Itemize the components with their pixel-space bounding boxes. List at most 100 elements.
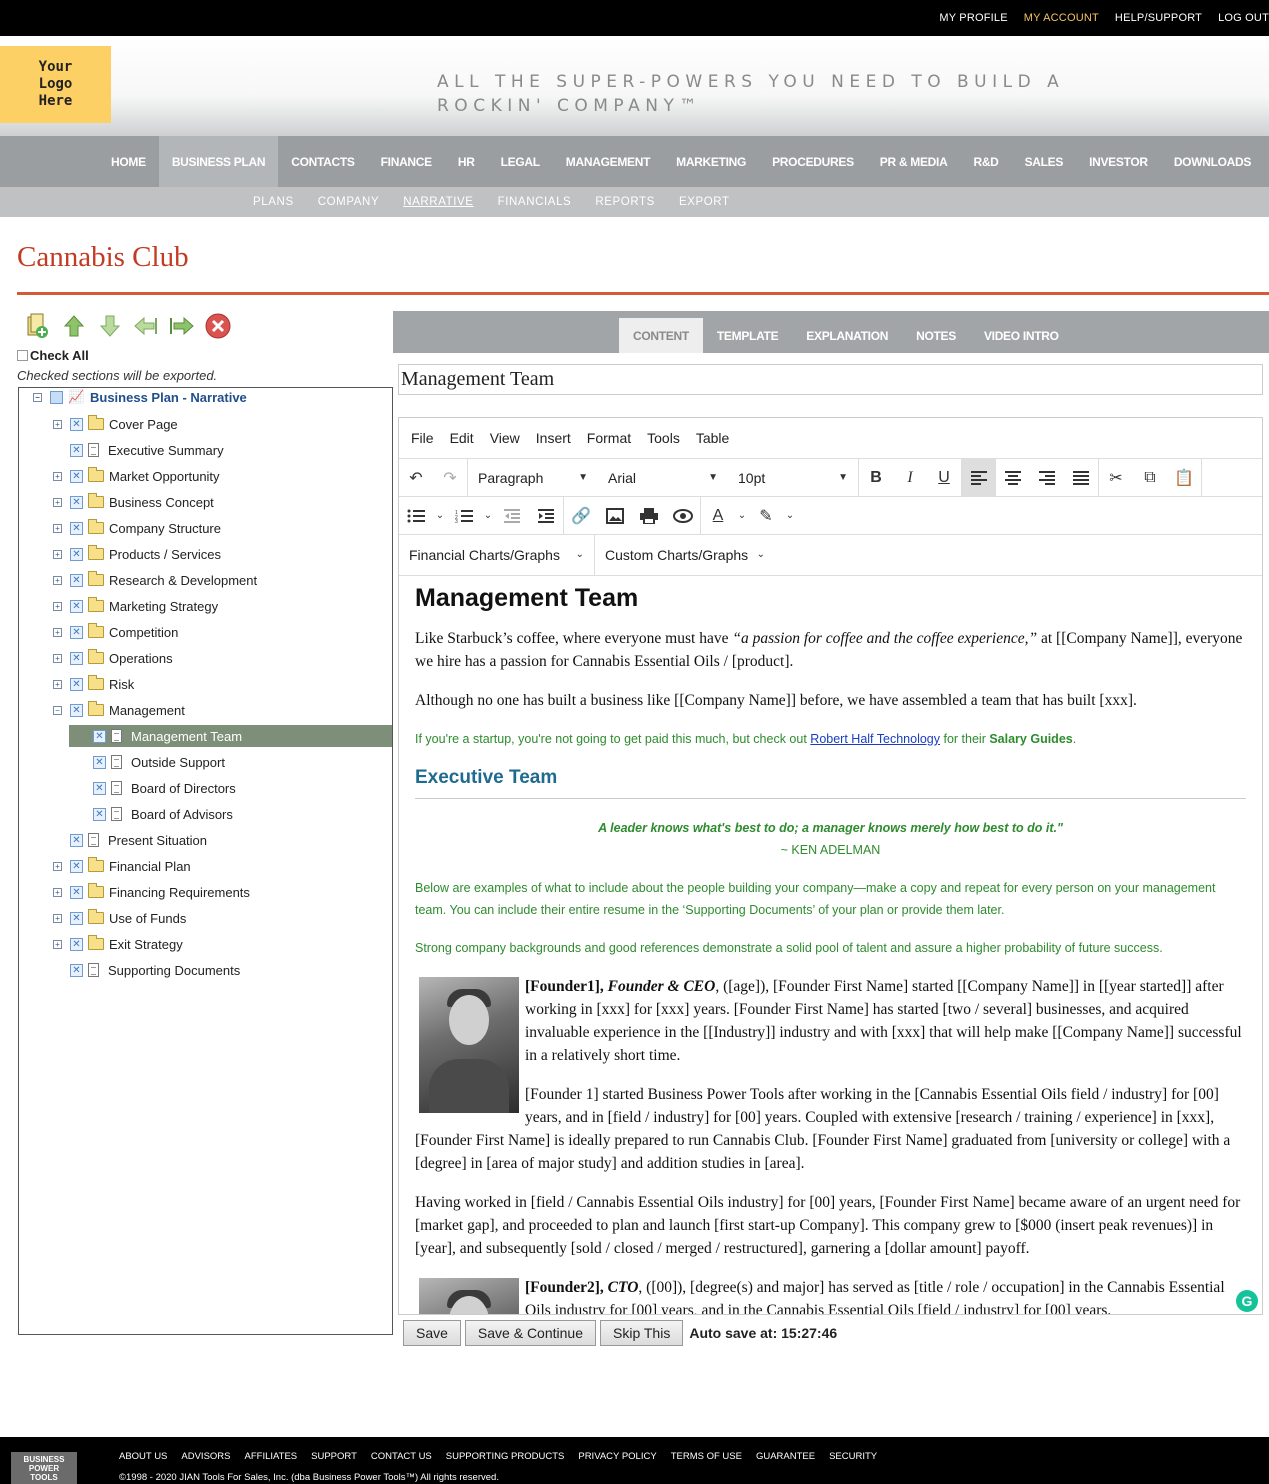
expand-icon[interactable]: + bbox=[53, 601, 62, 611]
font-family-select[interactable]: Arial ▼ bbox=[598, 459, 728, 497]
footer-link-contact[interactable]: CONTACT US bbox=[371, 1451, 432, 1462]
tree-checkbox[interactable]: ✕ bbox=[70, 911, 83, 925]
subnav-company[interactable]: COMPANY bbox=[306, 196, 392, 208]
image-icon[interactable] bbox=[598, 497, 632, 535]
copy-icon[interactable]: ⧉ bbox=[1133, 459, 1167, 497]
footer-link-advisors[interactable]: ADVISORS bbox=[181, 1451, 230, 1462]
founder-photo[interactable] bbox=[419, 977, 519, 1113]
footer-link-privacy[interactable]: PRIVACY POLICY bbox=[578, 1451, 656, 1462]
tree-checkbox[interactable]: ✕ bbox=[70, 469, 83, 483]
footer-logo[interactable]: BUSINESS POWER TOOLS bbox=[11, 1452, 77, 1484]
tree-checkbox[interactable]: ✕ bbox=[70, 625, 83, 639]
expand-icon[interactable]: + bbox=[53, 523, 62, 533]
nav-procedures[interactable]: PROCEDURES bbox=[759, 136, 867, 187]
print-icon[interactable] bbox=[632, 497, 666, 535]
save-continue-button[interactable]: Save & Continue bbox=[464, 1320, 596, 1346]
founder-photo[interactable] bbox=[419, 1278, 519, 1314]
tree-checkbox[interactable]: ✕ bbox=[70, 885, 83, 899]
menu-table[interactable]: Table bbox=[696, 430, 729, 446]
menu-view[interactable]: View bbox=[490, 430, 520, 446]
increase-indent-icon[interactable] bbox=[529, 497, 563, 535]
tree-item-market-opportunity[interactable]: + ✕ Market Opportunity bbox=[53, 465, 220, 487]
nav-management[interactable]: MANAGEMENT bbox=[553, 136, 663, 187]
expand-icon[interactable]: + bbox=[53, 419, 62, 429]
italic-icon[interactable]: I bbox=[893, 459, 927, 497]
indent-icon[interactable] bbox=[168, 312, 196, 340]
numbered-list-icon[interactable]: 123 bbox=[447, 497, 481, 535]
menu-tools[interactable]: Tools bbox=[647, 430, 680, 446]
footer-link-about[interactable]: ABOUT US bbox=[119, 1451, 167, 1462]
tree-item-risk[interactable]: + ✕ Risk bbox=[53, 673, 134, 695]
custom-charts-menu[interactable]: Custom Charts/Graphs ⌄ bbox=[595, 536, 775, 574]
my-profile-link[interactable]: MY PROFILE bbox=[939, 12, 1007, 24]
expand-icon[interactable]: + bbox=[53, 939, 62, 949]
tree-checkbox[interactable]: ✕ bbox=[70, 651, 83, 665]
tree-item-cover-page[interactable]: + ✕ Cover Page bbox=[53, 413, 178, 435]
grammarly-icon[interactable]: G bbox=[1236, 1290, 1258, 1312]
expand-icon[interactable]: + bbox=[53, 627, 62, 637]
font-size-select[interactable]: 10pt ▼ bbox=[728, 459, 858, 497]
block-format-select[interactable]: Paragraph ▼ bbox=[468, 459, 598, 497]
tree-checkbox[interactable]: ✕ bbox=[70, 703, 83, 717]
move-up-icon[interactable] bbox=[60, 312, 88, 340]
company-logo[interactable]: Your Logo Here bbox=[0, 46, 111, 123]
tab-template[interactable]: TEMPLATE bbox=[703, 318, 792, 353]
outdent-icon[interactable] bbox=[132, 312, 160, 340]
tab-explanation[interactable]: EXPLANATION bbox=[792, 318, 902, 353]
tree-checkbox[interactable]: ✕ bbox=[70, 547, 83, 561]
tree-checkbox[interactable]: ✕ bbox=[70, 859, 83, 873]
nav-marketing[interactable]: MARKETING bbox=[663, 136, 759, 187]
tree-item-company-structure[interactable]: + ✕ Company Structure bbox=[53, 517, 221, 539]
delete-icon[interactable] bbox=[204, 312, 232, 340]
expand-icon[interactable]: + bbox=[53, 861, 62, 871]
nav-rd[interactable]: R&D bbox=[960, 136, 1011, 187]
tree-checkbox[interactable]: ✕ bbox=[70, 937, 83, 951]
skip-button[interactable]: Skip This bbox=[600, 1320, 684, 1346]
paste-icon[interactable]: 📋 bbox=[1167, 459, 1201, 497]
tree-item-operations[interactable]: + ✕ Operations bbox=[53, 647, 173, 669]
preview-icon[interactable] bbox=[666, 497, 700, 535]
tab-video-intro[interactable]: VIDEO INTRO bbox=[970, 318, 1073, 353]
tree-item-present-situation[interactable]: ✕ Present Situation bbox=[53, 829, 207, 851]
nav-legal[interactable]: LEGAL bbox=[488, 136, 553, 187]
add-section-icon[interactable] bbox=[24, 312, 52, 340]
tab-notes[interactable]: NOTES bbox=[902, 318, 970, 353]
editor-content[interactable]: Management Team Like Starbuck’s coffee, … bbox=[399, 575, 1262, 1314]
tree-item-supporting-documents[interactable]: ✕ Supporting Documents bbox=[53, 959, 240, 981]
move-down-icon[interactable] bbox=[96, 312, 124, 340]
tree-item-management-team[interactable]: ✕ Management Team bbox=[69, 725, 392, 747]
check-all-checkbox[interactable] bbox=[17, 350, 28, 361]
tree-checkbox[interactable]: ✕ bbox=[70, 573, 83, 587]
nav-hr[interactable]: HR bbox=[445, 136, 488, 187]
tree-item-marketing-strategy[interactable]: + ✕ Marketing Strategy bbox=[53, 595, 218, 617]
expand-icon[interactable]: + bbox=[53, 679, 62, 689]
tree-checkbox[interactable]: ✕ bbox=[93, 755, 106, 769]
tree-item-research-development[interactable]: + ✕ Research & Development bbox=[53, 569, 257, 591]
tree-checkbox[interactable]: ✕ bbox=[70, 417, 83, 431]
chevron-down-icon[interactable]: ⌄ bbox=[433, 497, 447, 535]
justify-icon[interactable] bbox=[1064, 459, 1098, 497]
nav-sales[interactable]: SALES bbox=[1012, 136, 1077, 187]
help-support-link[interactable]: HELP/SUPPORT bbox=[1115, 12, 1202, 24]
expand-icon[interactable]: + bbox=[53, 497, 62, 507]
expand-icon[interactable]: + bbox=[53, 913, 62, 923]
check-all[interactable]: Check All bbox=[17, 348, 89, 363]
tree-item-financial-plan[interactable]: + ✕ Financial Plan bbox=[53, 855, 191, 877]
nav-home[interactable]: HOME bbox=[98, 136, 159, 187]
tree-item-outside-support[interactable]: ✕ Outside Support bbox=[93, 751, 225, 773]
robert-half-link[interactable]: Robert Half Technology bbox=[810, 732, 940, 746]
highlight-icon[interactable]: ✎ bbox=[749, 497, 783, 535]
chevron-down-icon[interactable]: ⌄ bbox=[481, 497, 495, 535]
tree-checkbox[interactable]: ✕ bbox=[70, 495, 83, 509]
tree-checkbox[interactable]: ✕ bbox=[70, 599, 83, 613]
nav-finance[interactable]: FINANCE bbox=[368, 136, 445, 187]
link-icon[interactable]: 🔗 bbox=[564, 497, 598, 535]
tree-item-use-of-funds[interactable]: + ✕ Use of Funds bbox=[53, 907, 186, 929]
nav-business-plan[interactable]: BUSINESS PLAN bbox=[158, 136, 279, 187]
tree-checkbox[interactable] bbox=[50, 390, 63, 404]
subnav-export[interactable]: EXPORT bbox=[667, 196, 742, 208]
expand-icon[interactable]: + bbox=[53, 653, 62, 663]
align-center-icon[interactable] bbox=[996, 459, 1030, 497]
tree-checkbox[interactable]: ✕ bbox=[70, 833, 83, 847]
expand-icon[interactable]: + bbox=[53, 471, 62, 481]
